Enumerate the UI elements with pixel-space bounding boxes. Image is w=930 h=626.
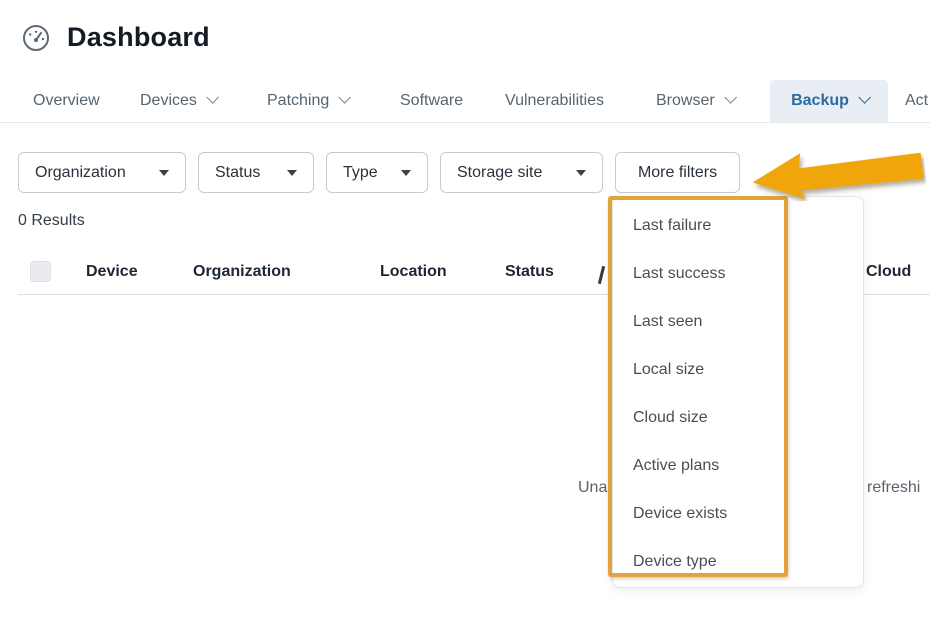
storage-site-filter-button[interactable]: Storage site	[440, 152, 603, 193]
type-filter-button[interactable]: Type	[326, 152, 428, 193]
clipped-column-header-fragment	[598, 266, 605, 284]
tab-label: Browser	[656, 92, 715, 110]
empty-state-text-fragment: refreshi	[867, 479, 920, 497]
tab-label: Act	[905, 92, 928, 110]
column-header-device[interactable]: Device	[86, 263, 138, 281]
dropdown-triangle-icon	[287, 170, 297, 176]
chevron-down-icon	[858, 91, 871, 104]
dropdown-triangle-icon	[401, 170, 411, 176]
tab-vulnerabilities[interactable]: Vulnerabilities	[505, 80, 604, 122]
results-count: 0 Results	[18, 212, 85, 230]
dropdown-triangle-icon	[159, 170, 169, 176]
filter-label: Type	[343, 164, 378, 182]
chevron-down-icon	[724, 91, 737, 104]
chevron-down-icon	[206, 91, 219, 104]
organization-filter-button[interactable]: Organization	[18, 152, 186, 193]
column-header-organization[interactable]: Organization	[193, 263, 291, 281]
menu-item-device-exists[interactable]: Device exists	[613, 490, 863, 538]
column-header-cloud[interactable]: Cloud	[866, 263, 911, 281]
empty-state-text-fragment: Una	[578, 479, 607, 497]
menu-item-cloud-size[interactable]: Cloud size	[613, 394, 863, 442]
tab-label: Patching	[267, 92, 329, 110]
select-all-checkbox[interactable]	[30, 261, 51, 282]
column-header-location[interactable]: Location	[380, 263, 447, 281]
tab-browser[interactable]: Browser	[656, 80, 733, 122]
filter-label: Status	[215, 164, 260, 182]
gauge-icon	[22, 24, 50, 52]
filter-label: Storage site	[457, 164, 542, 182]
tab-patching[interactable]: Patching	[267, 80, 347, 122]
page-header: Dashboard	[22, 22, 210, 53]
chevron-down-icon	[339, 91, 352, 104]
tab-label: Devices	[140, 92, 197, 110]
filter-label: More filters	[638, 164, 717, 182]
menu-item-active-plans[interactable]: Active plans	[613, 442, 863, 490]
menu-item-device-type[interactable]: Device type	[613, 538, 863, 586]
tab-label: Backup	[791, 92, 849, 110]
menu-item-last-failure[interactable]: Last failure	[613, 202, 863, 250]
backup-dashboard-page: Dashboard Overview Devices Patching Soft…	[0, 0, 930, 626]
menu-item-local-size[interactable]: Local size	[613, 346, 863, 394]
menu-item-last-success[interactable]: Last success	[613, 250, 863, 298]
menu-item-last-seen[interactable]: Last seen	[613, 298, 863, 346]
tab-label: Overview	[33, 92, 100, 110]
tab-activities-clipped[interactable]: Act	[905, 80, 928, 122]
tab-label: Vulnerabilities	[505, 92, 604, 110]
tab-label: Software	[400, 92, 463, 110]
column-header-status[interactable]: Status	[505, 263, 554, 281]
more-filters-button[interactable]: More filters	[615, 152, 740, 193]
tab-software[interactable]: Software	[400, 80, 463, 122]
page-title: Dashboard	[67, 22, 210, 53]
filter-label: Organization	[35, 164, 126, 182]
filter-row: Organization Status Type Storage site Mo…	[18, 152, 740, 193]
tab-overview[interactable]: Overview	[33, 80, 100, 122]
tab-devices[interactable]: Devices	[140, 80, 215, 122]
status-filter-button[interactable]: Status	[198, 152, 314, 193]
dropdown-triangle-icon	[576, 170, 586, 176]
tab-bar: Overview Devices Patching Software Vulne…	[0, 80, 930, 123]
more-filters-menu: Last failure Last success Last seen Loca…	[612, 196, 864, 588]
tab-backup[interactable]: Backup	[770, 80, 888, 122]
